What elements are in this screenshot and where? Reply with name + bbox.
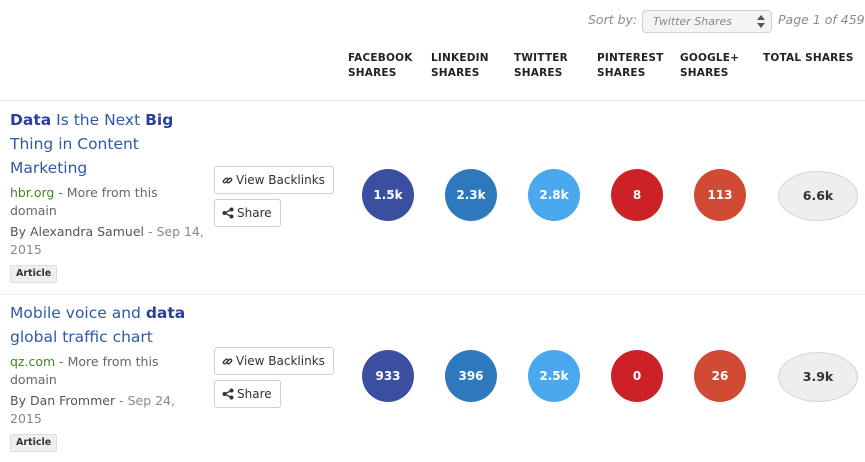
header-pinterest-shares[interactable]: PINTEREST SHARES	[597, 51, 664, 81]
page-info: Page 1 of 459	[778, 12, 865, 27]
domain-link[interactable]: qz.com	[10, 354, 55, 369]
header-googleplus-line2: SHARES	[680, 67, 729, 79]
title-part: data	[145, 304, 186, 322]
title-part: Big	[145, 111, 174, 129]
domain-link[interactable]: hbr.org	[10, 185, 54, 200]
googleplus-share-count: 26	[694, 350, 746, 402]
header-googleplus-line1: GOOGLE+	[680, 52, 740, 64]
googleplus-share-count: 113	[694, 169, 746, 221]
divider	[0, 100, 865, 101]
header-googleplus-shares[interactable]: GOOGLE+ SHARES	[680, 51, 739, 81]
article-type-badge: Article	[10, 434, 58, 452]
author-name: By Dan Frommer	[10, 393, 116, 408]
pinterest-share-count: 0	[611, 350, 663, 402]
title-part: Thing in Content Marketing	[10, 135, 139, 177]
total-share-count: 6.6k	[778, 171, 858, 221]
article-source: hbr.org - More from this domain	[10, 184, 205, 220]
share-button[interactable]: Share	[214, 199, 281, 227]
header-twitter-shares[interactable]: TWITTER SHARES	[514, 51, 568, 81]
link-icon	[222, 358, 233, 365]
article-row: Mobile voice and data global traffic cha…	[0, 301, 865, 461]
header-twitter-line2: SHARES	[514, 67, 563, 79]
total-share-count: 3.9k	[778, 352, 858, 402]
share-icon	[222, 388, 234, 400]
linkedin-share-count: 2.3k	[445, 169, 497, 221]
article-byline: By Alexandra Samuel - Sep 14, 2015	[10, 223, 205, 259]
view-backlinks-button[interactable]: View Backlinks	[214, 347, 334, 375]
header-pinterest-line1: PINTEREST	[597, 52, 664, 64]
share-label: Share	[237, 387, 272, 401]
sort-selected-value: Twitter Shares	[653, 15, 733, 28]
header-facebook-line1: FACEBOOK	[348, 52, 413, 64]
view-backlinks-label: View Backlinks	[236, 173, 325, 187]
header-twitter-line1: TWITTER	[514, 52, 568, 64]
linkedin-share-count: 396	[445, 350, 497, 402]
divider	[0, 294, 865, 295]
title-part: Mobile voice and	[10, 304, 146, 322]
view-backlinks-label: View Backlinks	[236, 354, 325, 368]
header-total-shares[interactable]: TOTAL SHARES	[763, 51, 854, 66]
sort-bar: Sort by: Twitter Shares Page 1 of 459	[0, 10, 865, 34]
title-part: Data	[10, 111, 52, 129]
article-type-badge: Article	[10, 265, 58, 283]
article-byline: By Dan Frommer - Sep 24, 2015	[10, 392, 205, 428]
view-backlinks-button[interactable]: View Backlinks	[214, 166, 334, 194]
article-title-link[interactable]: Data Is the Next Big Thing in Content Ma…	[10, 108, 200, 180]
header-pinterest-line2: SHARES	[597, 67, 646, 79]
twitter-share-count: 2.8k	[528, 169, 580, 221]
header-linkedin-line2: SHARES	[431, 67, 480, 79]
facebook-share-count: 933	[362, 350, 414, 402]
header-linkedin-line1: LINKEDIN	[431, 52, 489, 64]
facebook-share-count: 1.5k	[362, 169, 414, 221]
article-row: Data Is the Next Big Thing in Content Ma…	[0, 108, 865, 293]
share-label: Share	[237, 206, 272, 220]
sort-select[interactable]: Twitter Shares	[642, 10, 772, 33]
author-name: By Alexandra Samuel	[10, 224, 144, 239]
pinterest-share-count: 8	[611, 169, 663, 221]
header-linkedin-shares[interactable]: LINKEDIN SHARES	[431, 51, 489, 81]
sort-label: Sort by:	[588, 12, 638, 27]
select-arrows-icon	[757, 13, 765, 29]
header-facebook-shares[interactable]: FACEBOOK SHARES	[348, 51, 413, 81]
title-part: global traffic chart	[10, 328, 153, 346]
header-total-line1: TOTAL SHARES	[763, 52, 854, 64]
link-icon	[222, 177, 233, 184]
article-title-link[interactable]: Mobile voice and data global traffic cha…	[10, 301, 200, 349]
title-part: Is the Next	[51, 111, 146, 129]
twitter-share-count: 2.5k	[528, 350, 580, 402]
share-button[interactable]: Share	[214, 380, 281, 408]
share-icon	[222, 207, 234, 219]
header-facebook-line2: SHARES	[348, 67, 397, 79]
article-source: qz.com - More from this domain	[10, 353, 205, 389]
